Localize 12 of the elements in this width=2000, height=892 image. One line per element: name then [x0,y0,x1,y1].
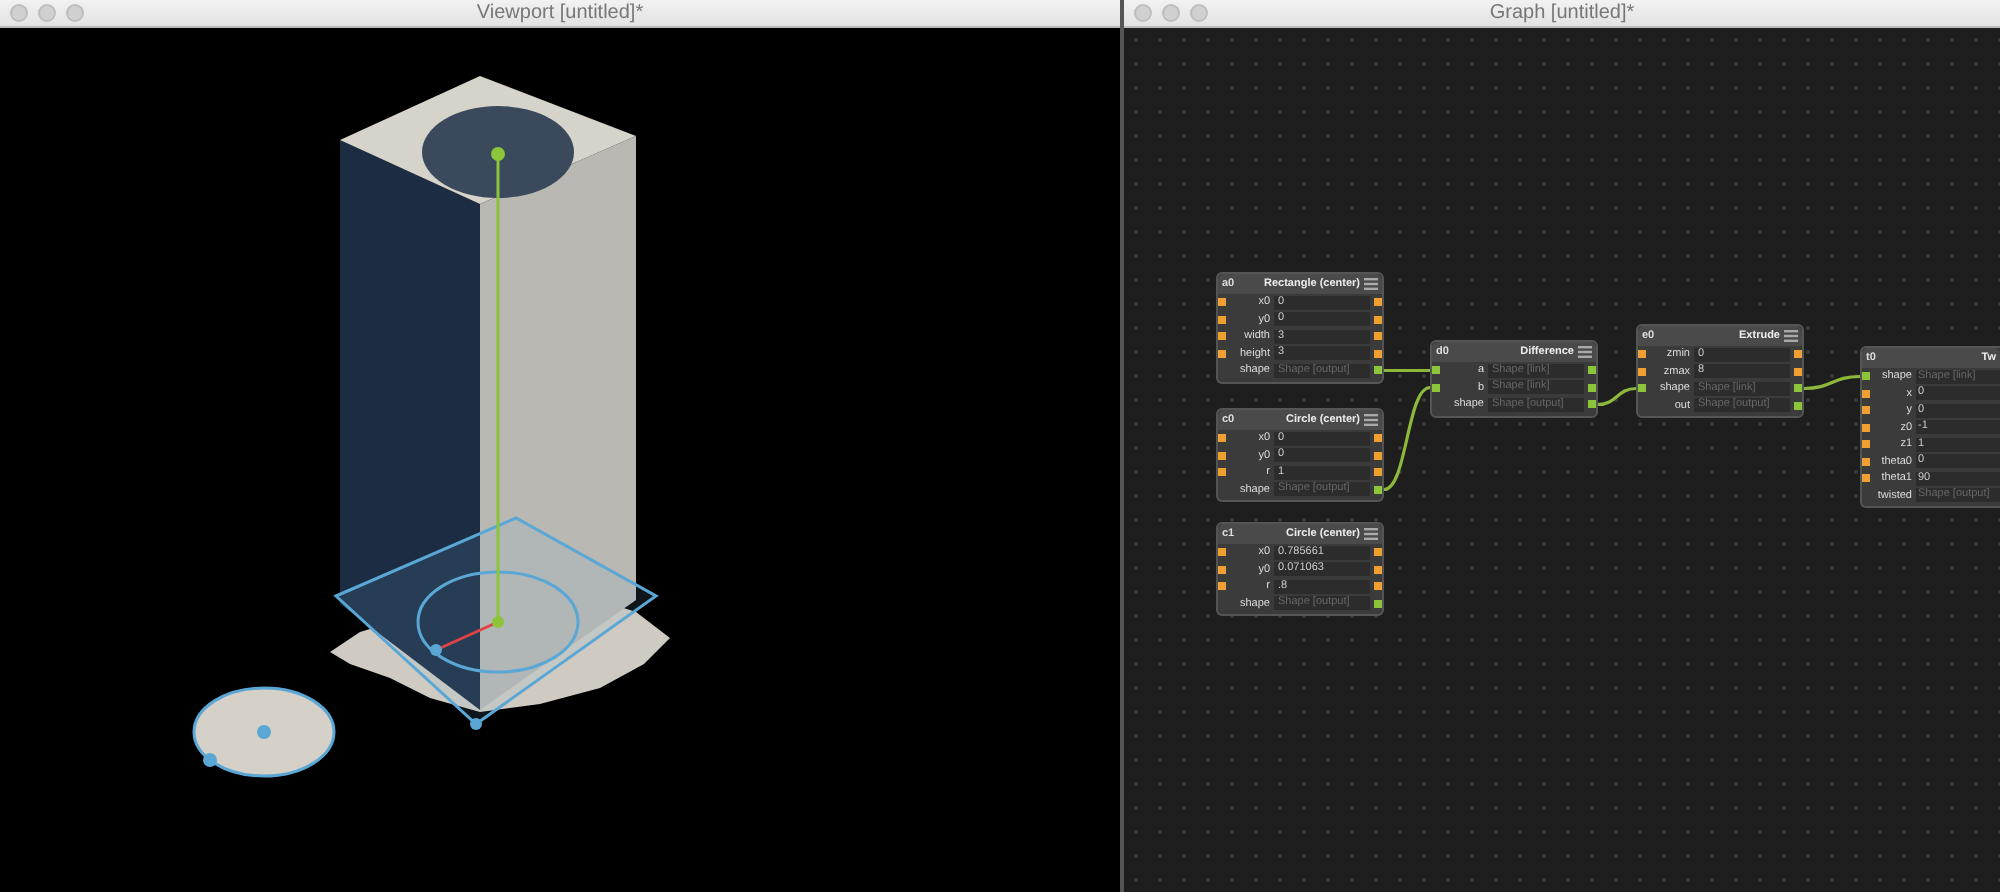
connection-wire [1384,368,1430,373]
menu-icon[interactable] [1364,528,1378,540]
circle-shape-drawing [192,686,336,778]
connection-wire [1597,386,1637,407]
menu-icon[interactable] [1578,346,1592,358]
window-title: Graph [untitled]* [1489,2,1635,24]
menu-icon[interactable] [1364,278,1378,290]
window-title: Viewport [untitled]* [476,2,644,24]
connection-wire [1803,374,1861,391]
connection-wire [1383,386,1431,491]
menu-icon[interactable] [1784,330,1798,342]
menu-icon[interactable] [1364,414,1378,426]
